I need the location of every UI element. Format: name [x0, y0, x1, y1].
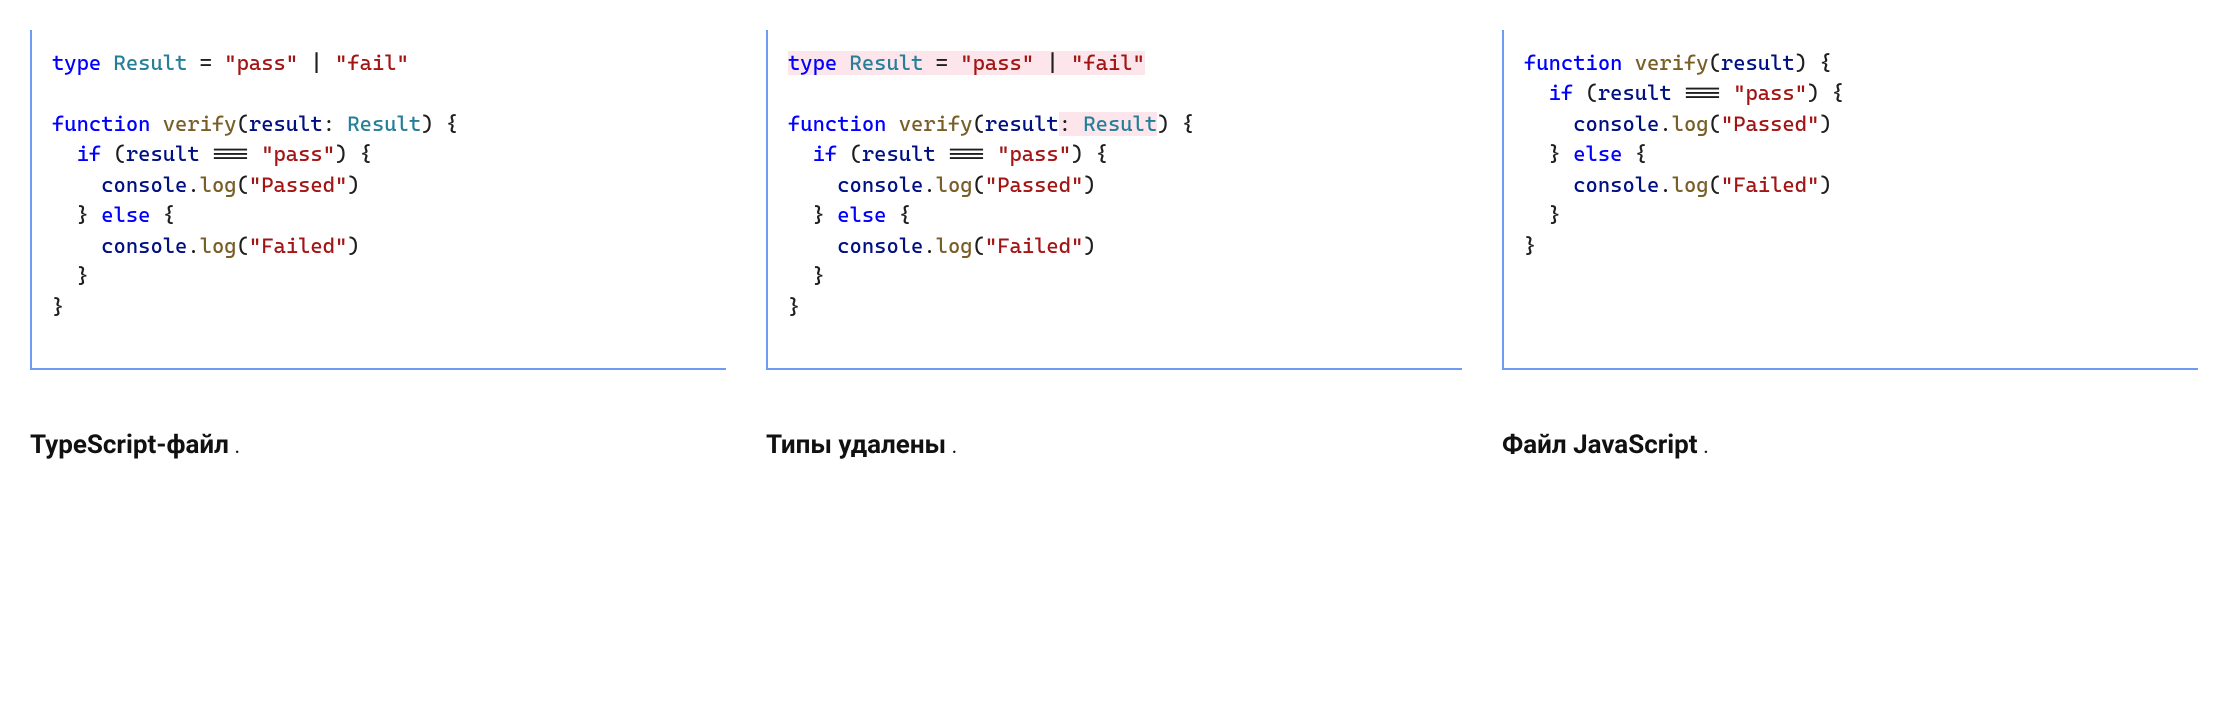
caption-text: TypeScript-файл: [30, 430, 229, 460]
col-types-removed: type Result = "pass" | "fail" function v…: [766, 30, 1462, 460]
col-typescript: type Result = "pass" | "fail" function v…: [30, 30, 726, 460]
caption-types-removed: Типы удалены .: [766, 430, 1462, 460]
caption-javascript: Файл JavaScript .: [1502, 430, 2198, 460]
caption-typescript: TypeScript-файл .: [30, 430, 726, 460]
caption-text: Файл JavaScript: [1502, 430, 1698, 460]
code-pre-types-removed: type Result = "pass" | "fail" function v…: [788, 48, 1462, 322]
code-pre-typescript: type Result = "pass" | "fail" function v…: [52, 48, 726, 322]
caption-text: Типы удалены: [766, 430, 946, 460]
caption-sep: .: [229, 434, 240, 459]
col-javascript: function verify(result) { if (result ===…: [1502, 30, 2198, 460]
code-box-typescript: type Result = "pass" | "fail" function v…: [30, 30, 726, 370]
code-box-types-removed: type Result = "pass" | "fail" function v…: [766, 30, 1462, 370]
code-box-javascript: function verify(result) { if (result ===…: [1502, 30, 2198, 370]
code-examples-row: type Result = "pass" | "fail" function v…: [30, 30, 2198, 460]
caption-sep: .: [946, 434, 957, 459]
caption-sep: .: [1698, 434, 1709, 459]
code-pre-javascript: function verify(result) { if (result ===…: [1524, 48, 2198, 261]
